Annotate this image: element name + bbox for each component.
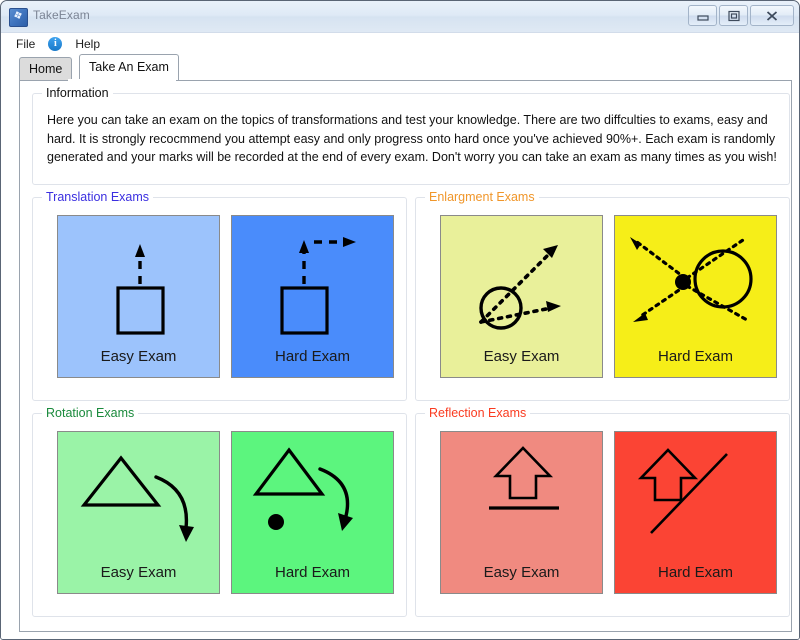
tab-seam xyxy=(68,79,176,81)
minimize-icon xyxy=(696,14,709,21)
rotation-group: Rotation Exams Easy Exam Hard Exam xyxy=(32,406,407,617)
translation-hard-exam-card[interactable]: Hard Exam xyxy=(231,215,394,378)
enlargement-group: Enlargment Exams Easy Exam Hard Exam xyxy=(415,190,790,401)
enlargement-hard-exam-card[interactable]: Hard Exam xyxy=(614,215,777,378)
enlargement-easy-exam-label: Easy Exam xyxy=(483,348,560,365)
minimize-button[interactable] xyxy=(688,5,717,26)
rotation-hard-exam-label: Hard Exam xyxy=(274,564,351,581)
enlargement-hard-exam-label: Hard Exam xyxy=(657,348,734,365)
translation-hard-exam-label: Hard Exam xyxy=(274,348,351,365)
title-bar[interactable]: ❖ TakeExam xyxy=(1,1,799,33)
tab-home[interactable]: Home xyxy=(19,57,73,80)
window-title: TakeExam xyxy=(33,8,90,22)
info-icon: i xyxy=(48,36,63,51)
reflection-hard-exam-card[interactable]: Hard Exam xyxy=(614,431,777,594)
translation-group: Translation Exams Easy Exam Hard Exam xyxy=(32,190,407,401)
reflection-hard-exam-label: Hard Exam xyxy=(657,564,734,581)
enlargement-easy-exam-card[interactable]: Easy Exam xyxy=(440,215,603,378)
menu-bar: File i Help xyxy=(1,33,799,55)
maximize-button[interactable] xyxy=(719,5,748,26)
menu-item-help[interactable]: Help xyxy=(68,35,107,53)
rotation-hard-exam-card[interactable]: Hard Exam xyxy=(231,431,394,594)
client-area: Home Take An Exam Information Here you c… xyxy=(1,54,799,639)
information-group-title: Information xyxy=(42,86,113,100)
reflection-easy-exam-label: Easy Exam xyxy=(483,564,560,581)
reflection-group-title: Reflection Exams xyxy=(425,406,531,420)
close-button[interactable] xyxy=(750,5,794,26)
translation-easy-exam-card[interactable]: Easy Exam xyxy=(57,215,220,378)
restore-icon xyxy=(727,10,740,21)
window-controls xyxy=(688,5,794,26)
reflection-group: Reflection Exams Easy Exam Hard Exam xyxy=(415,406,790,617)
tab-control: Home Take An Exam Information Here you c… xyxy=(8,54,794,632)
close-icon xyxy=(766,10,778,21)
app-window: ❖ TakeExam File i Help Home Take An Exam… xyxy=(0,0,800,640)
rotation-easy-exam-card[interactable]: Easy Exam xyxy=(57,431,220,594)
tab-strip: Home Take An Exam xyxy=(19,54,794,80)
rotation-easy-exam-label: Easy Exam xyxy=(100,564,177,581)
reflection-easy-exam-card[interactable]: Easy Exam xyxy=(440,431,603,594)
information-text: Here you can take an exam on the topics … xyxy=(47,113,777,164)
menu-item-info[interactable]: i xyxy=(42,36,68,51)
app-icon-glyph: ❖ xyxy=(11,8,26,24)
information-group: Information Here you can take an exam on… xyxy=(32,86,790,185)
translation-easy-exam-label: Easy Exam xyxy=(100,348,177,365)
app-icon: ❖ xyxy=(9,8,28,27)
enlargement-group-title: Enlargment Exams xyxy=(425,190,539,204)
rotation-group-title: Rotation Exams xyxy=(42,406,139,420)
translation-group-title: Translation Exams xyxy=(42,190,154,204)
tab-take-an-exam[interactable]: Take An Exam xyxy=(79,54,179,80)
menu-item-file[interactable]: File xyxy=(9,35,42,53)
tab-page-take-an-exam: Information Here you can take an exam on… xyxy=(19,80,792,632)
